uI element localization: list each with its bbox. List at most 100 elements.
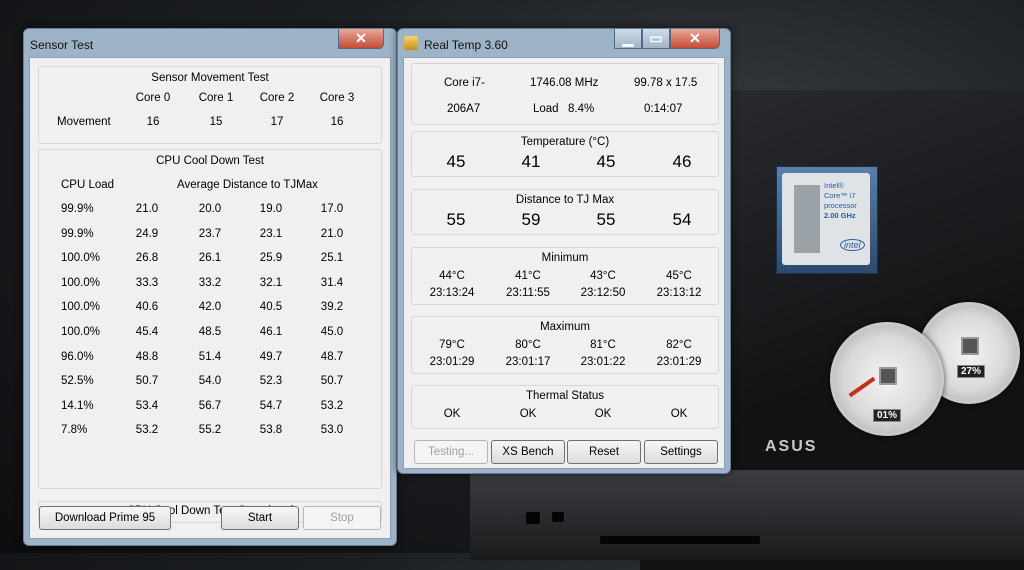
thermal-status: OK [443, 408, 461, 420]
cooldown-distance-cell: 50.7 [320, 375, 344, 388]
close-icon: ✕ [689, 30, 701, 46]
load-value: 8.4% [568, 103, 595, 115]
cooldown-distance-cell: 45.0 [320, 326, 344, 338]
min-temp: 45°C [666, 270, 692, 282]
core-header: Core 3 [319, 92, 355, 104]
maximum-title: Maximum [540, 321, 590, 333]
max-time: 23:01:29 [656, 356, 702, 368]
close-button[interactable]: ✕ [670, 29, 720, 49]
cooldown-distance-cell: 33.3 [135, 276, 159, 289]
thermal-title: Thermal Status [526, 390, 604, 402]
stop-button[interactable]: Stop [303, 506, 381, 530]
cooldown-distance-cell: 31.4 [320, 276, 344, 289]
movement-label: Movement [57, 116, 111, 128]
settings-button[interactable]: Settings [644, 440, 718, 464]
core1-distance: 59 [521, 210, 541, 229]
maximize-button[interactable]: ▭ [642, 29, 670, 49]
min-time: 23:11:55 [506, 287, 550, 299]
cooldown-distance-cell: 50.7 [135, 375, 159, 388]
core3-distance: 54 [672, 210, 692, 229]
cooldown-load-cell: 100.0% [61, 276, 101, 289]
cooldown-distance-cell: 23.7 [198, 227, 222, 240]
cooldown-distance-cell: 20.0 [198, 203, 222, 215]
cpu-frequency: 1746.08 MHz [530, 77, 599, 89]
minimize-button[interactable]: ▁ [614, 29, 642, 49]
temperature-title: Temperature (°C) [520, 136, 610, 148]
cooldown-distance-cell: 48.8 [135, 350, 159, 363]
cpu-load-header: CPU Load [61, 179, 115, 191]
cooldown-distance-cell: 21.0 [135, 203, 159, 215]
cooldown-distance-cell: 53.0 [320, 424, 344, 437]
cooldown-distance-cell: 54.0 [198, 375, 222, 388]
max-time: 23:01:17 [505, 356, 551, 368]
cooldown-distance-cell: 23.1 [259, 227, 283, 240]
reset-button[interactable]: Reset [567, 440, 641, 464]
testing-button[interactable]: Testing... [414, 440, 488, 464]
close-icon: ✕ [355, 30, 367, 46]
cooldown-load-cell: 14.1% [61, 399, 94, 412]
cooldown-distance-cell: 17.0 [320, 203, 344, 215]
cooldown-distance-cell: 49.7 [259, 350, 283, 363]
cooldown-distance-cell: 26.1 [198, 252, 222, 265]
cooldown-distance-cell: 26.8 [135, 252, 159, 265]
real-temp-window: Real Temp 3.60 ▁ ▭ ✕ Core i7- 206A7 1746… [397, 28, 731, 474]
thermal-status: OK [670, 408, 688, 420]
window-title: Sensor Test [30, 38, 94, 52]
cpu-chip-icon [879, 367, 897, 385]
cooldown-distance-cell: 54.7 [259, 399, 283, 412]
core-header: Core 2 [259, 92, 295, 104]
cpu-model: 206A7 [447, 103, 481, 115]
core1-temp: 41 [521, 152, 541, 171]
optical-drive [600, 536, 760, 544]
badge-line-3: processor [824, 201, 857, 210]
thermal-status: OK [519, 408, 537, 420]
ethernet-port [526, 512, 540, 524]
min-time: 23:13:24 [429, 287, 475, 299]
core0-temp: 45 [446, 152, 466, 171]
app-icon [404, 36, 418, 50]
core2-temp: 45 [596, 152, 616, 171]
min-temp: 44°C [439, 270, 465, 282]
cpu-gauge-needle [848, 376, 876, 398]
maximum-panel: Maximum 79°C 80°C 81°C 82°C 23:01:29 23:… [411, 316, 719, 374]
min-temp: 43°C [590, 270, 616, 282]
intel-cpu-badge: Intel® Core™ i7 processor 2.00 GHz intel [776, 166, 878, 274]
distance-panel: Distance to TJ Max 55 59 55 54 [411, 189, 719, 235]
cooldown-distance-cell: 39.2 [320, 301, 344, 314]
download-prime95-button[interactable]: Download Prime 95 [39, 506, 171, 530]
cooldown-distance-cell: 53.2 [135, 424, 159, 437]
badge-line-4: 2.00 GHz [824, 211, 856, 220]
real-temp-client: Core i7- 206A7 1746.08 MHz Load 8.4% 99.… [403, 57, 725, 469]
group-title: Sensor Movement Test [151, 72, 269, 84]
cpu-gauge-value: 01% [873, 409, 902, 422]
cooldown-distance-cell: 52.3 [259, 375, 283, 388]
min-temp: 41°C [515, 270, 541, 282]
cooldown-load-cell: 100.0% [61, 301, 101, 314]
movement-value: 16 [146, 116, 160, 128]
movement-value: 15 [209, 116, 223, 128]
cooldown-distance-cell: 40.5 [259, 301, 283, 314]
core-header: Core 1 [198, 92, 234, 104]
start-button[interactable]: Start [221, 506, 299, 530]
close-button[interactable]: ✕ [338, 29, 384, 49]
core-header: Core 0 [135, 92, 171, 104]
usb-port [552, 512, 564, 522]
max-temp: 80°C [515, 339, 541, 351]
movement-value: 16 [330, 116, 344, 128]
avg-distance-header: Average Distance to TJMax [177, 179, 318, 191]
thermal-status: OK [594, 408, 612, 420]
cooldown-distance-cell: 53.2 [320, 399, 344, 412]
cooldown-distance-cell: 40.6 [135, 301, 159, 314]
cooldown-distance-cell: 21.0 [320, 227, 344, 240]
core2-distance: 55 [596, 210, 616, 229]
memory-chip-icon [961, 337, 979, 355]
xs-bench-button[interactable]: XS Bench [491, 440, 565, 464]
cooldown-distance-cell: 48.7 [320, 350, 344, 363]
maximize-icon: ▭ [649, 30, 663, 46]
core0-distance: 55 [446, 210, 466, 229]
max-time: 23:01:29 [429, 356, 475, 368]
cpu-gauge[interactable]: 01% [830, 322, 944, 436]
max-time: 23:01:22 [580, 356, 626, 368]
cooldown-distance-cell: 55.2 [198, 424, 222, 437]
sensor-test-window: Sensor Test ✕ Sensor Movement Test Core … [23, 28, 397, 546]
